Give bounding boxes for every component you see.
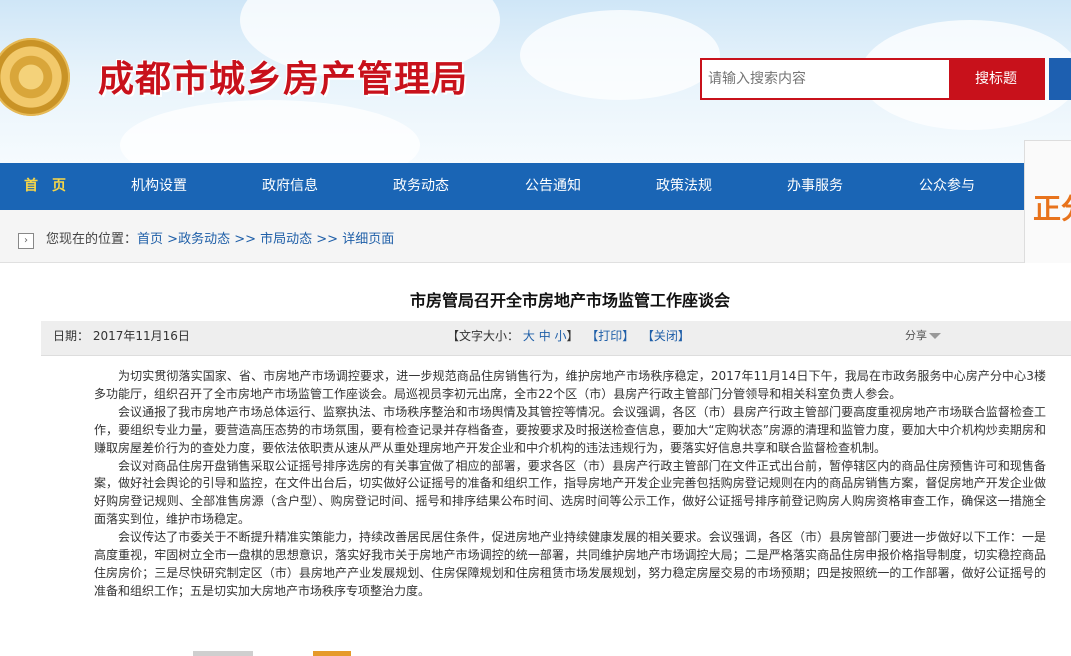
font-size-label: 【文字大小： bbox=[447, 329, 520, 343]
article-body: 为切实贯彻落实国家、省、市房地产市场调控要求，进一步规范商品住房销售行为，维护房… bbox=[94, 368, 1046, 601]
article-date: 日期： 2017年11月16日 bbox=[53, 329, 190, 343]
breadcrumb-prefix: 您现在的位置： bbox=[46, 232, 138, 247]
search-button[interactable]: 搜标题 bbox=[949, 60, 1043, 98]
main-nav: 首 页 机构设置 政府信息 政务动态 公告通知 政策法规 办事服务 公众参与 bbox=[0, 163, 1024, 210]
share-label: 分享 bbox=[905, 329, 927, 342]
background-cloud bbox=[120, 100, 420, 163]
side-banner-text: 正分 bbox=[1033, 192, 1071, 225]
nav-item-announcements[interactable]: 公告通知 bbox=[525, 163, 581, 210]
site-header: 成都市城乡房产管理局 搜标题 bbox=[0, 0, 1071, 163]
article-paragraph: 会议传达了市委关于不断提升精准实策能力，持续改善居民居住条件，促进房地产业持续健… bbox=[94, 530, 1046, 598]
background-cloud bbox=[520, 10, 720, 100]
nav-item-government-info[interactable]: 政府信息 bbox=[262, 163, 318, 210]
site-title: 成都市城乡房产管理局 bbox=[98, 59, 469, 100]
breadcrumb-detail-page[interactable]: >> 详细页面 bbox=[316, 232, 394, 247]
article-paragraph: 会议通报了我市房地产市场总体运行、监察执法、市场秩序整治和市场舆情及其管控等情况… bbox=[94, 404, 1046, 455]
font-size-medium-link[interactable]: 中 bbox=[539, 329, 551, 343]
article-paragraph: 为切实贯彻落实国家、省、市房地产市场调控要求，进一步规范商品住房销售行为，维护房… bbox=[94, 369, 1046, 401]
breadcrumb-text: 您现在的位置：首页 >政务动态 >> 市局动态 >> 详细页面 bbox=[46, 228, 394, 247]
article-meta-bar: 日期： 2017年11月16日 【文字大小： 大 中 小】 【打印】 【关闭】 … bbox=[41, 321, 1071, 356]
breadcrumb-bureau-news[interactable]: >> 市局动态 bbox=[234, 232, 312, 247]
print-link[interactable]: 【打印】 bbox=[586, 329, 634, 343]
font-size-close-bracket: 】 bbox=[566, 329, 579, 343]
search-box: 搜标题 bbox=[700, 58, 1045, 100]
chevron-down-icon bbox=[929, 333, 941, 339]
search-input[interactable] bbox=[704, 62, 956, 96]
nav-item-services[interactable]: 办事服务 bbox=[787, 163, 843, 210]
arrow-right-icon: › bbox=[18, 233, 34, 249]
font-size-large-link[interactable]: 大 bbox=[523, 329, 535, 343]
nav-item-public-participation[interactable]: 公众参与 bbox=[919, 163, 975, 210]
breadcrumb-home[interactable]: 首页 bbox=[137, 232, 163, 247]
breadcrumb-government-news[interactable]: >政务动态 bbox=[167, 232, 230, 247]
nav-item-home[interactable]: 首 页 bbox=[24, 163, 66, 210]
side-banner[interactable]: 正分 bbox=[1024, 140, 1071, 263]
article-paragraph: 会议对商品住房开盘销售采取公证摇号排序选房的有关事宜做了相应的部署，要求各区（市… bbox=[94, 458, 1046, 527]
site-logo-emblem bbox=[0, 38, 70, 116]
font-size-small-link[interactable]: 小 bbox=[555, 329, 567, 343]
article-title: 市房管局召开全市房地产市场监管工作座谈会 bbox=[409, 291, 730, 310]
close-link[interactable]: 【关闭】 bbox=[642, 329, 690, 343]
header-side-tab[interactable] bbox=[1049, 58, 1071, 100]
bottom-toolbar-stub bbox=[313, 651, 351, 656]
nav-item-policies[interactable]: 政策法规 bbox=[656, 163, 712, 210]
bottom-toolbar-stub bbox=[193, 651, 253, 656]
nav-item-government-news[interactable]: 政务动态 bbox=[393, 163, 449, 210]
breadcrumb: › 您现在的位置：首页 >政务动态 >> 市局动态 >> 详细页面 bbox=[0, 210, 1024, 263]
nav-item-organization[interactable]: 机构设置 bbox=[131, 163, 187, 210]
article-tools: 【文字大小： 大 中 小】 【打印】 【关闭】 bbox=[447, 327, 690, 344]
share-button[interactable]: 分享 bbox=[905, 327, 941, 343]
